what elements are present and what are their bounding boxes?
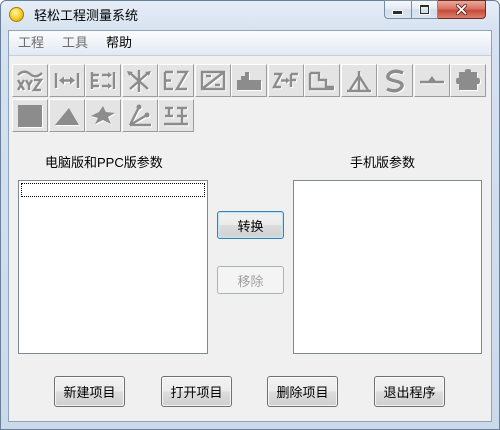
coordinate-xyz-icon (16, 70, 45, 92)
pc-params-list[interactable] (18, 180, 208, 354)
tripod-icon (346, 70, 372, 93)
diagonal-icon (163, 70, 191, 91)
road-icon (164, 106, 189, 126)
intersection-icon (126, 69, 152, 93)
app-coin-icon (9, 7, 24, 22)
puzzle-icon (456, 68, 481, 91)
menu-project[interactable]: 工程 (9, 31, 53, 55)
close-icon (456, 4, 467, 15)
exit-program-button[interactable]: 退出程序 (374, 376, 445, 407)
new-project-button[interactable]: 新建项目 (54, 376, 125, 407)
toolbar-button-rectangle-diagonal[interactable] (194, 64, 231, 97)
list-focus-rectangle (21, 183, 205, 197)
toolbar-button-building[interactable] (231, 64, 267, 97)
toolbar-button-tripod[interactable] (340, 64, 377, 97)
menu-tools[interactable]: 工具 (53, 31, 97, 55)
building-icon (237, 71, 262, 91)
toolbar-row-1 (12, 64, 487, 97)
curve-icon (386, 69, 405, 93)
elevation-icon (271, 72, 299, 89)
toolbar-button-polygon-area[interactable] (85, 99, 121, 132)
window-title: 轻松工程测量系统 (34, 8, 139, 23)
toolbar-button-level-line[interactable] (413, 64, 450, 97)
distance-icon (54, 72, 80, 89)
maximize-icon (420, 5, 429, 14)
minimize-icon (393, 11, 402, 14)
open-project-button[interactable]: 打开项目 (161, 376, 232, 407)
toolbar-button-coordinate-xyz[interactable] (12, 64, 48, 97)
toolbar-button-triangle-area[interactable] (48, 99, 85, 132)
client-area: 工程 工具 帮助 电脑版和PPC版参数 手机版参数 转换 移除 新建项目 打开项… (8, 30, 492, 422)
toolbar-button-intersection[interactable] (121, 64, 158, 97)
app-window: 轻松工程测量系统 工程 工具 帮助 电脑版和PPC版参数 手机版参数 转换 移除… (0, 0, 500, 430)
delete-project-button[interactable]: 删除项目 (267, 376, 338, 407)
toolbar-row-2 (12, 99, 195, 132)
toolbar-button-step[interactable] (304, 64, 340, 97)
title-bar[interactable]: 轻松工程测量系统 (1, 0, 499, 30)
toolbar-button-curve[interactable] (377, 64, 413, 97)
maximize-button[interactable] (411, 0, 438, 19)
block-icon (18, 104, 43, 128)
close-button[interactable] (438, 0, 486, 19)
toolbar-button-puzzle[interactable] (450, 64, 486, 97)
triangle-area-icon (54, 107, 80, 126)
remove-button[interactable]: 移除 (217, 266, 284, 294)
toolbar-button-elevation[interactable] (267, 64, 304, 97)
rectangle-diagonal-icon (200, 70, 226, 91)
polygon-area-icon (91, 105, 116, 125)
phone-params-label: 手机版参数 (350, 155, 416, 170)
step-icon (308, 71, 335, 91)
menu-help[interactable]: 帮助 (97, 31, 141, 55)
phone-params-list[interactable] (293, 180, 482, 354)
convert-button[interactable]: 转换 (217, 211, 284, 239)
toolbar-button-offset[interactable] (85, 64, 121, 97)
toolbar-button-block[interactable] (12, 99, 48, 132)
toolbar-button-road[interactable] (158, 99, 194, 132)
offset-icon (90, 71, 117, 90)
level-line-icon (419, 75, 445, 84)
toolbar-button-angle[interactable] (121, 99, 158, 132)
angle-icon (128, 104, 152, 127)
toolbar-button-distance[interactable] (48, 64, 85, 97)
minimize-button[interactable] (384, 0, 411, 19)
toolbar-button-diagonal[interactable] (158, 64, 194, 97)
pc-params-label: 电脑版和PPC版参数 (45, 155, 163, 170)
menu-bar: 工程 工具 帮助 (9, 31, 491, 56)
